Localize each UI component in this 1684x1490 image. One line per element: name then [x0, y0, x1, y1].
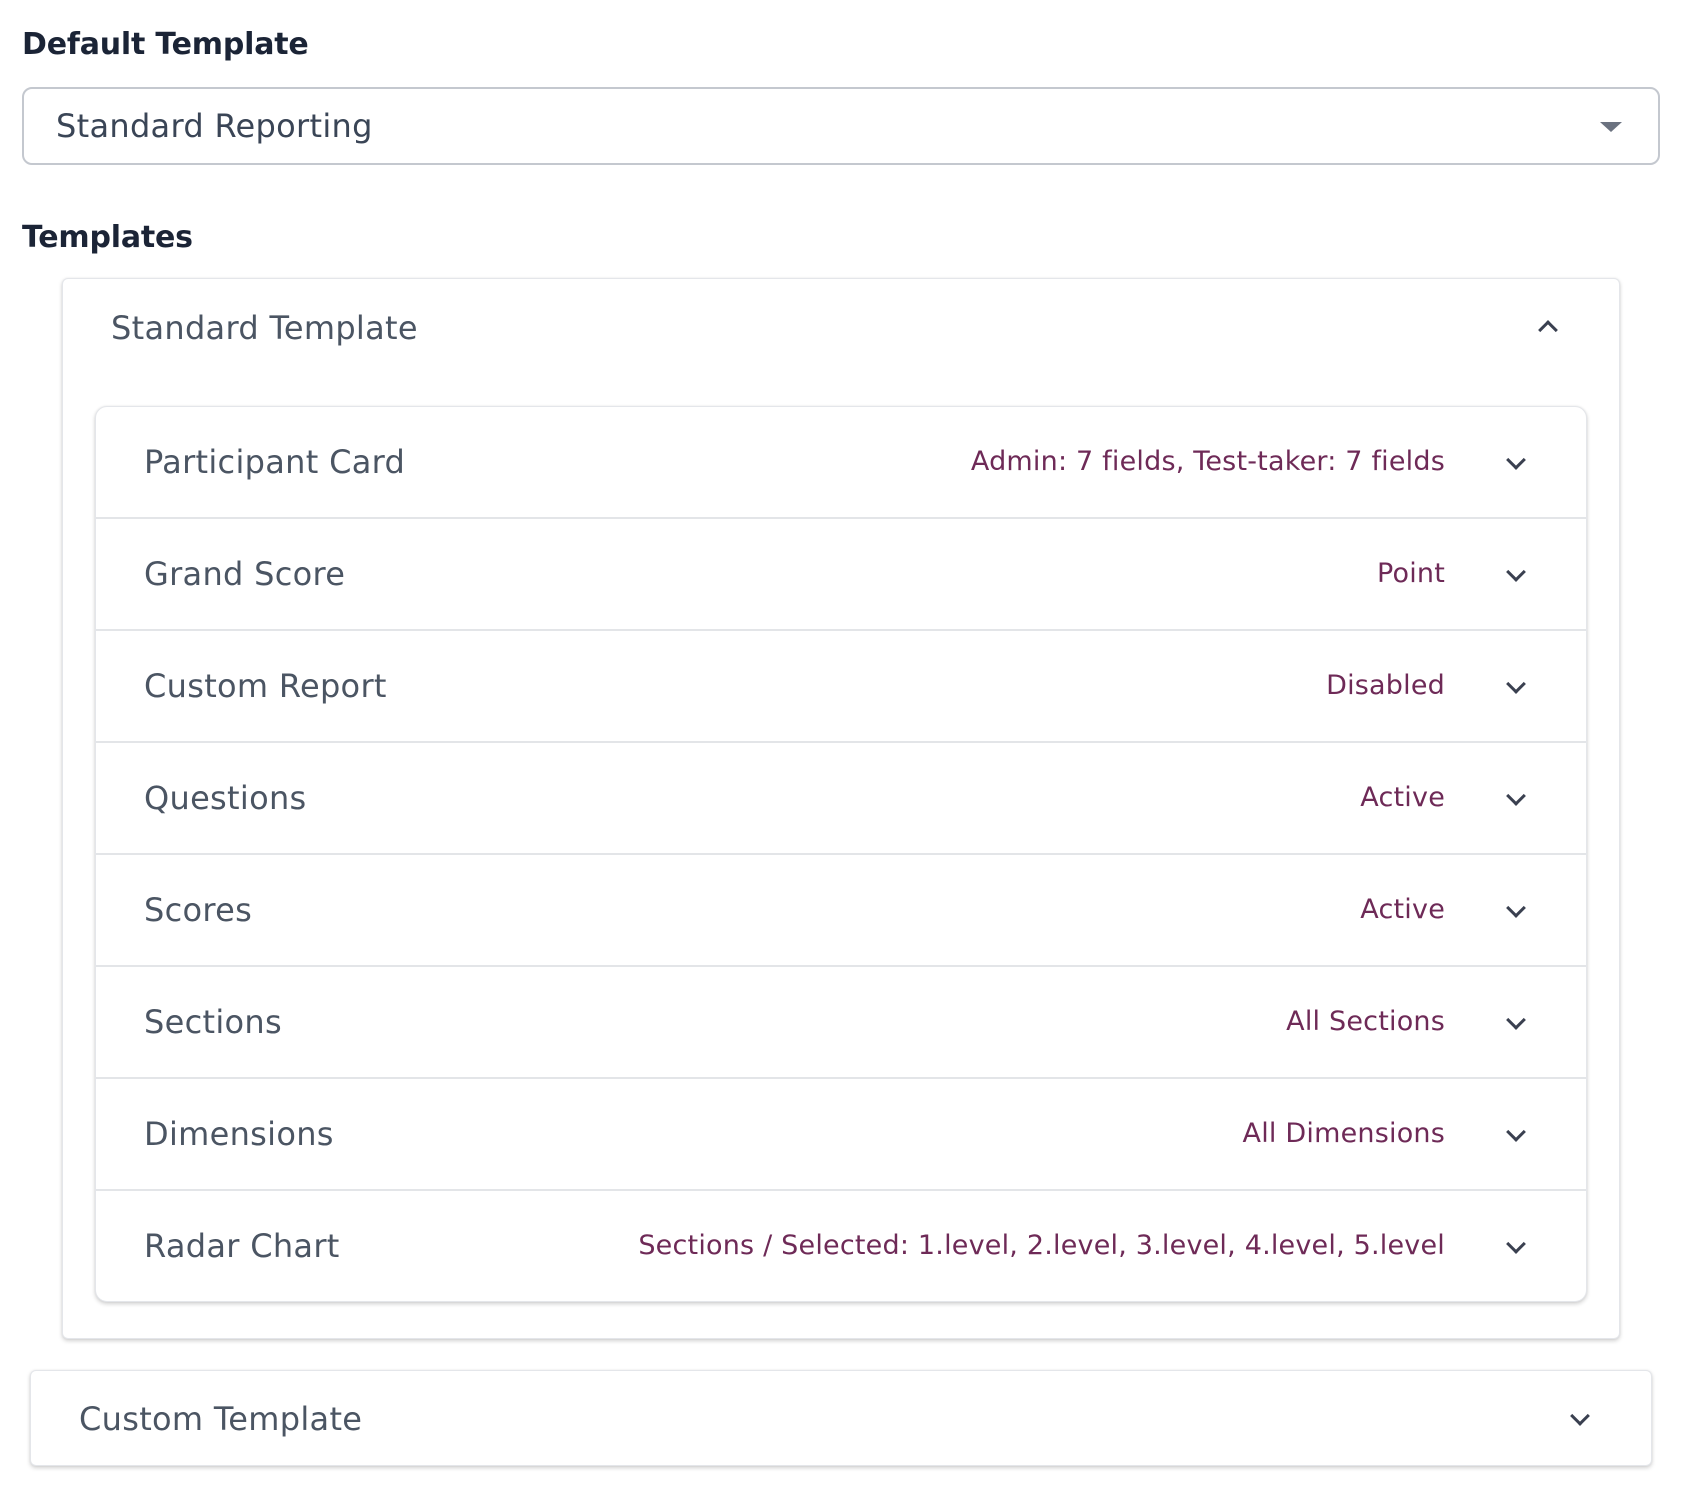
- section-summary: All Dimensions: [1242, 1118, 1445, 1149]
- chevron-down-icon[interactable]: [1506, 1010, 1526, 1030]
- section-label: Sections: [144, 1003, 282, 1041]
- section-label: Dimensions: [144, 1115, 334, 1153]
- section-summary: Active: [1360, 894, 1445, 925]
- chevron-down-icon[interactable]: [1506, 450, 1526, 470]
- section-row-participant-card[interactable]: Participant Card Admin: 7 fields, Test-t…: [96, 407, 1586, 519]
- section-summary: Sections / Selected: 1.level, 2.level, 3…: [638, 1230, 1445, 1261]
- section-row-custom-report[interactable]: Custom Report Disabled: [96, 631, 1586, 743]
- default-template-select[interactable]: Standard Reporting: [22, 87, 1660, 165]
- section-row-grand-score[interactable]: Grand Score Point: [96, 519, 1586, 631]
- chevron-down-icon[interactable]: [1570, 1406, 1590, 1426]
- section-summary: Point: [1376, 558, 1445, 589]
- caret-down-icon: [1600, 122, 1622, 132]
- standard-template-title[interactable]: Standard Template: [111, 279, 418, 377]
- section-label: Radar Chart: [144, 1227, 340, 1265]
- chevron-down-icon[interactable]: [1506, 562, 1526, 582]
- section-summary: Active: [1360, 782, 1445, 813]
- default-template-heading: Default Template: [22, 27, 309, 62]
- section-label: Grand Score: [144, 555, 346, 593]
- chevron-down-icon[interactable]: [1506, 786, 1526, 806]
- chevron-down-icon[interactable]: [1506, 1122, 1526, 1142]
- section-label: Questions: [144, 779, 307, 817]
- section-label: Participant Card: [144, 443, 406, 481]
- section-row-questions[interactable]: Questions Active: [96, 743, 1586, 855]
- chevron-down-icon[interactable]: [1506, 898, 1526, 918]
- section-label: Scores: [144, 891, 253, 929]
- standard-template-sections: Participant Card Admin: 7 fields, Test-t…: [95, 406, 1587, 1302]
- standard-template-accordion: Standard Template Participant Card Admin…: [62, 278, 1620, 1339]
- chevron-down-icon[interactable]: [1506, 674, 1526, 694]
- section-summary: All Sections: [1286, 1006, 1445, 1037]
- section-summary: Disabled: [1326, 670, 1445, 701]
- chevron-down-icon[interactable]: [1506, 1234, 1526, 1254]
- section-row-dimensions[interactable]: Dimensions All Dimensions: [96, 1079, 1586, 1191]
- templates-heading: Templates: [22, 220, 193, 255]
- section-row-scores[interactable]: Scores Active: [96, 855, 1586, 967]
- custom-template-title[interactable]: Custom Template: [79, 1371, 362, 1467]
- custom-template-accordion[interactable]: Custom Template: [30, 1370, 1652, 1466]
- chevron-up-icon[interactable]: [1538, 320, 1558, 340]
- section-row-radar-chart[interactable]: Radar Chart Sections / Selected: 1.level…: [96, 1191, 1586, 1301]
- section-label: Custom Report: [144, 667, 387, 705]
- section-summary: Admin: 7 fields, Test-taker: 7 fields: [970, 446, 1445, 477]
- section-row-sections[interactable]: Sections All Sections: [96, 967, 1586, 1079]
- default-template-value: Standard Reporting: [56, 107, 373, 145]
